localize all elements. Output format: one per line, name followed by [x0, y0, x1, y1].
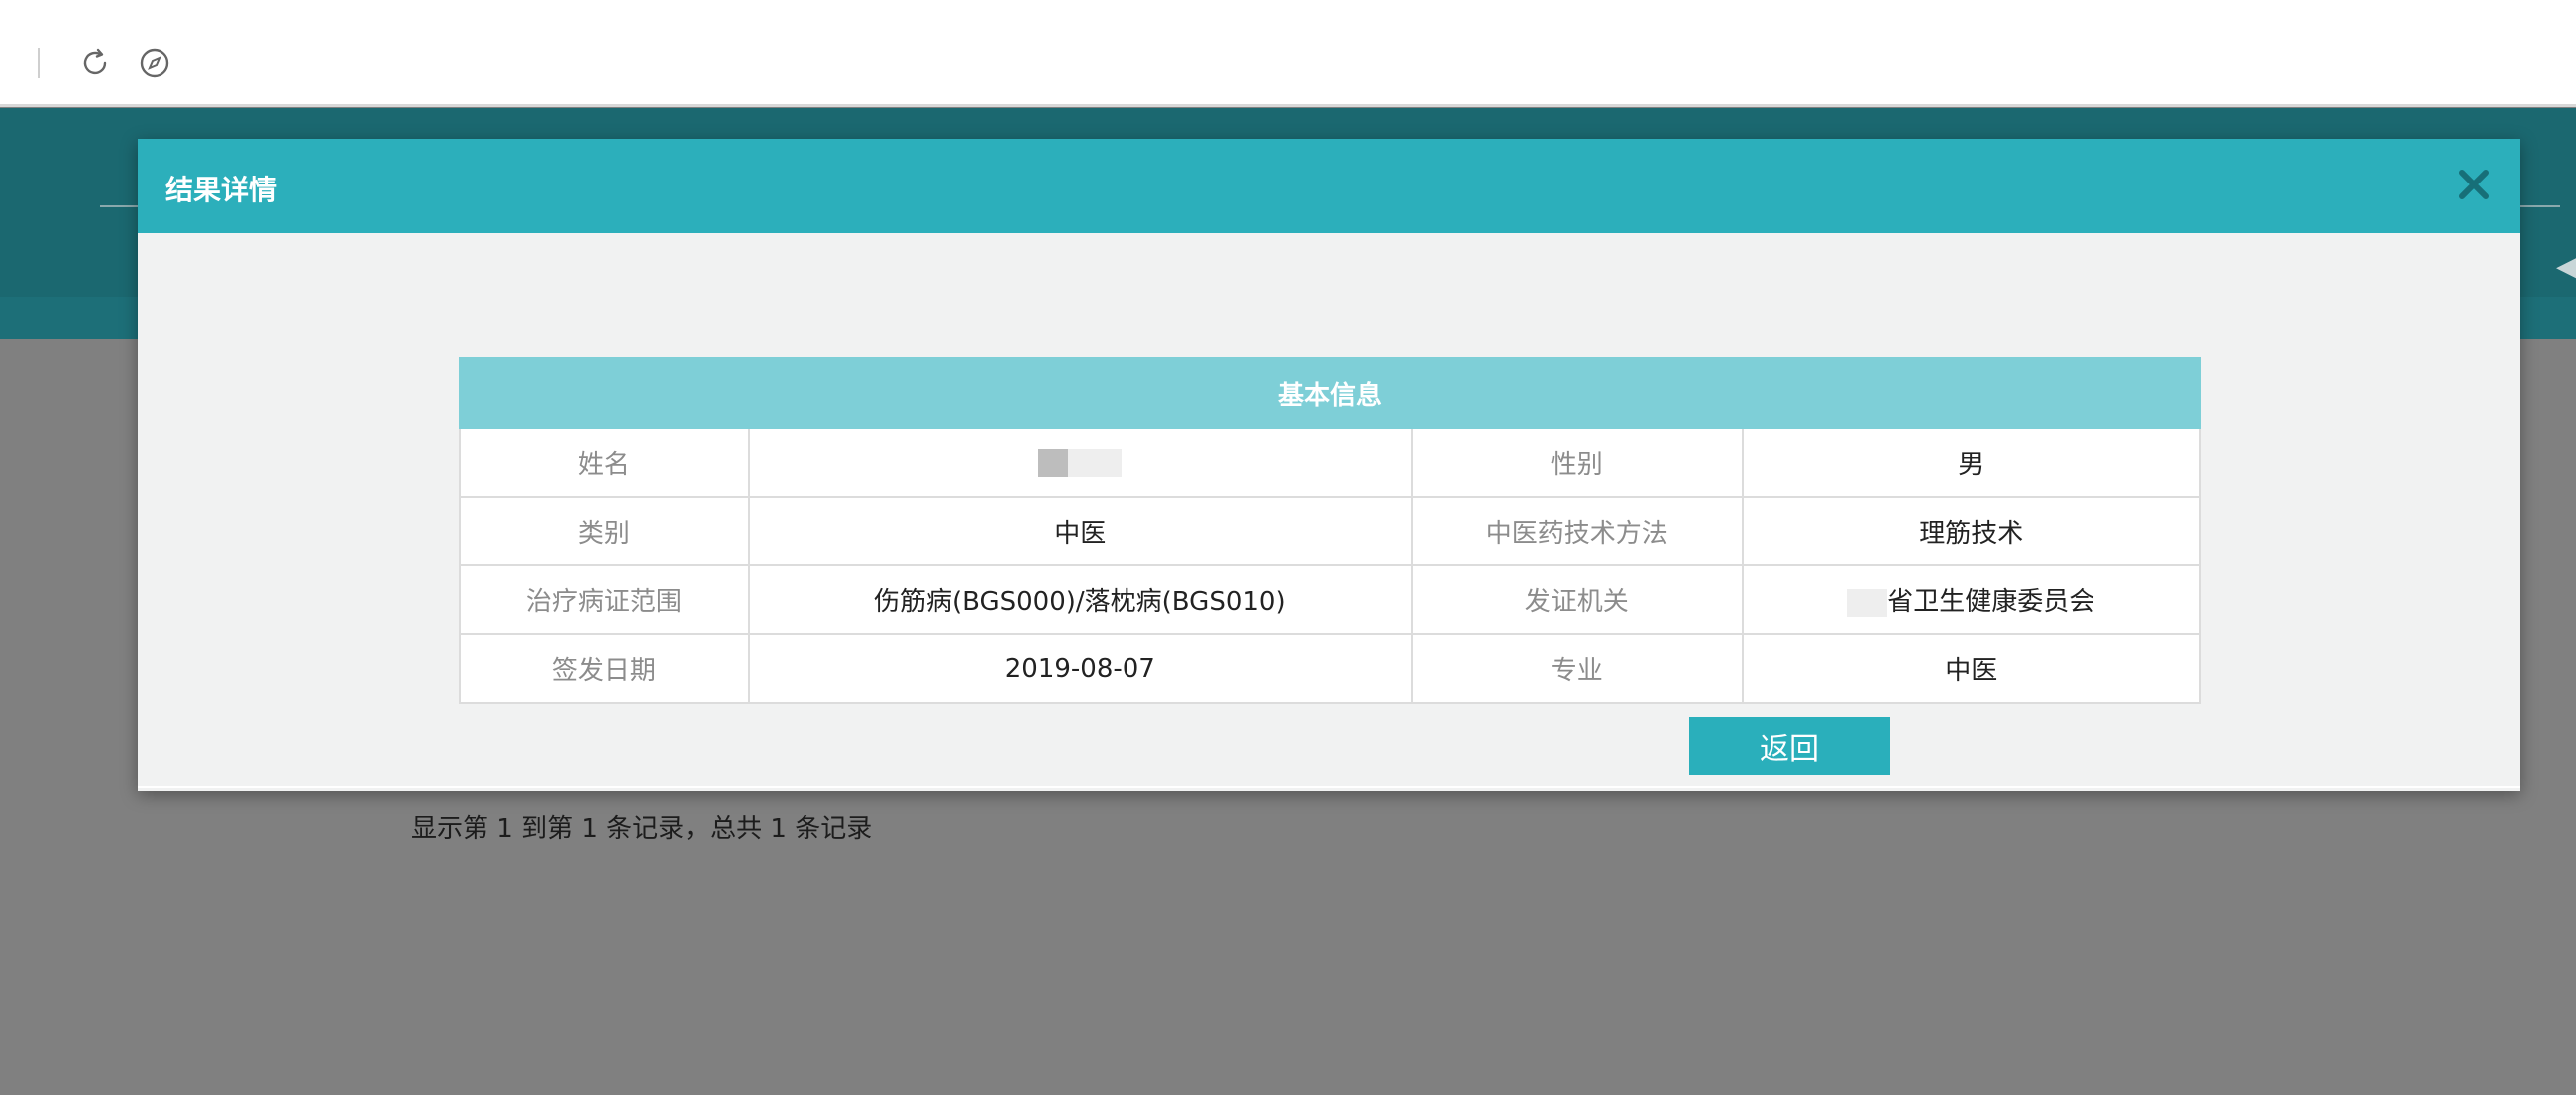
- redacted-block: [1847, 588, 1888, 617]
- name-label: 姓名: [459, 427, 750, 498]
- toolbar-divider: [38, 48, 40, 78]
- basic-info-table: 基本信息 姓名 性别 男 类别 中医 中医药技术方法 理筋技术 治疗病证范围 伤…: [459, 357, 2202, 704]
- issue-date-value: 2019-08-07: [747, 633, 1413, 704]
- compass-icon[interactable]: [134, 42, 175, 84]
- gender-label: 性别: [1410, 427, 1744, 498]
- specialty-label: 专业: [1410, 633, 1744, 704]
- return-button[interactable]: 返回: [1689, 717, 1890, 775]
- browser-toolbar: [0, 0, 2576, 107]
- treatment-scope-value: 伤筋病(BGS000)/落枕病(BGS010): [747, 564, 1413, 635]
- gender-value: 男: [1741, 427, 2202, 498]
- redacted-block: [1068, 449, 1123, 477]
- category-label: 类别: [459, 496, 750, 566]
- table-row: 姓名 性别 男: [459, 427, 2202, 498]
- modal-title: 结果详情: [165, 174, 278, 206]
- specialty-value: 中医: [1741, 633, 2202, 704]
- redacted-block: [1038, 449, 1069, 477]
- issue-date-label: 签发日期: [459, 633, 750, 704]
- issuing-authority-cell: 省卫生健康委员会: [1741, 564, 2202, 635]
- table-row: 类别 中医 中医药技术方法 理筋技术: [459, 496, 2202, 566]
- treatment-scope-label: 治疗病证范围: [459, 564, 750, 635]
- modal-header: 结果详情: [138, 139, 2520, 233]
- section-title: 基本信息: [459, 357, 2201, 429]
- modal-body: 基本信息 姓名 性别 男 类别 中医 中医药技术方法 理筋技术 治疗病证范围 伤…: [138, 233, 2520, 826]
- table-section-header: 基本信息: [459, 357, 2201, 429]
- footer-divider: [138, 786, 2520, 788]
- table-row: 签发日期 2019-08-07 专业 中医: [459, 633, 2202, 704]
- name-value: [747, 427, 1413, 498]
- close-icon[interactable]: [2450, 161, 2498, 208]
- issuing-authority-label: 发证机关: [1410, 564, 1744, 635]
- tcm-method-label: 中医药技术方法: [1410, 496, 1744, 566]
- category-value: 中医: [747, 496, 1413, 566]
- issuing-authority-value: 省卫生健康委员会: [1887, 587, 2095, 617]
- result-detail-modal: 结果详情 基本信息 姓名 性别 男 类别 中医 中医药技术方法 理筋技术 治疗病…: [138, 139, 2520, 791]
- tcm-method-value: 理筋技术: [1741, 496, 2202, 566]
- refresh-icon[interactable]: [74, 42, 116, 84]
- table-row: 治疗病证范围 伤筋病(BGS000)/落枕病(BGS010) 发证机关 省卫生健…: [459, 564, 2202, 635]
- arrow-left-icon[interactable]: ◀: [2556, 247, 2576, 287]
